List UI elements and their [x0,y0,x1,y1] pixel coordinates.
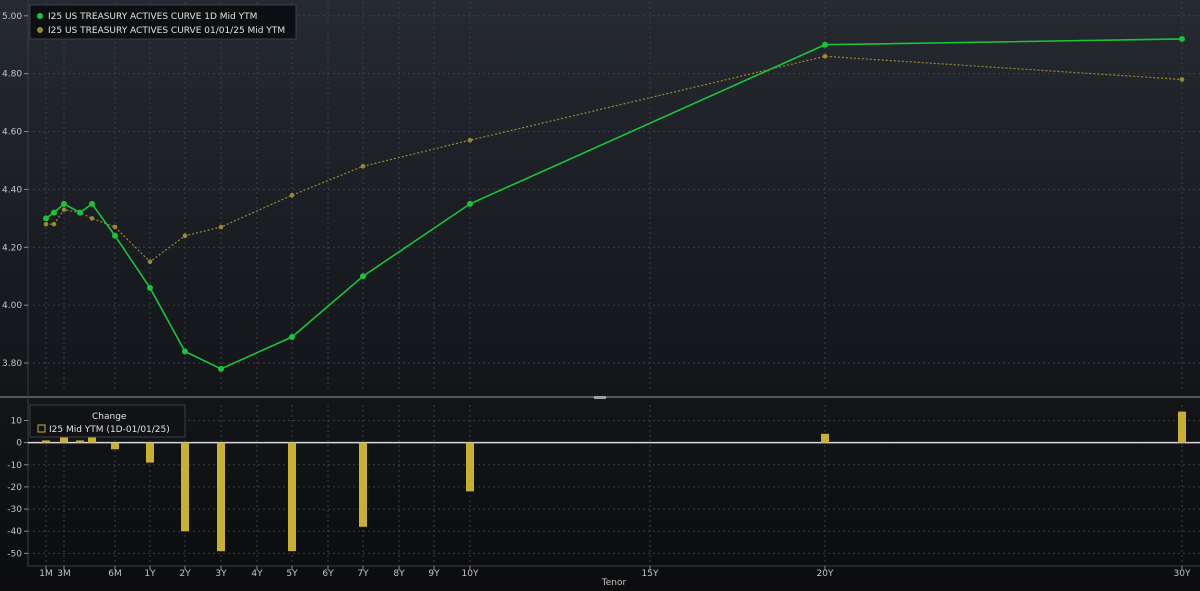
curve-point-1d-7y [360,273,366,280]
curve-point-1d-3y [218,365,224,372]
curve-point-1d-2m [51,209,57,216]
xtick-3y: 3Y [215,569,227,579]
ytick-bottom--20: -20 [7,483,22,493]
curve-point-1d-1y [147,284,153,291]
xtick-3m: 3M [57,569,71,579]
change-title: Change [92,412,127,422]
ytick-bottom-0: 0 [16,439,22,449]
curve-line-1d [45,38,1183,370]
ytick-top-4-80: 4.80 [2,70,22,80]
change-bar-20y [821,433,829,443]
curve-point-1d-3m [61,200,67,207]
x-axis-title: Tenor [601,578,627,588]
curve-point-0101-1y [147,259,153,265]
y-tick-labels: 5.00 4.80 4.60 4.40 4.20 4.00 3.80 10 0 -10 -20 -30… [2,12,22,560]
panel-resize-handle[interactable] [594,396,606,399]
curve-legend[interactable]: I25 US TREASURY ACTIVES CURVE 1D Mid YTM… [29,4,297,40]
ytick-bottom--40: -40 [7,527,22,537]
change-legend[interactable]: Change I25 Mid YTM (1D-01/01/25) [29,404,186,438]
xtick-15y: 15Y [642,569,659,579]
curve-point-0101-20y [822,54,828,59]
ytick-top-4-20: 4.20 [2,243,22,253]
grid-lines [24,2,1200,570]
curve-line-0101 [46,55,1183,263]
curve-point-0101-2m [51,221,57,227]
change-bar-7y [359,442,367,527]
bloomberg-curve-chart: 5.00 4.80 4.60 4.40 4.20 4.00 3.80 10 0 -10 -20 -30… [0,0,1200,591]
xtick-8y: 8Y [393,569,405,579]
xtick-2y: 2Y [179,569,191,579]
curve-point-0101-1m [43,221,49,227]
legend-swatch-0101 [37,27,43,33]
xtick-10y: 10Y [462,569,479,579]
xtick-6y: 6Y [322,569,334,579]
ytick-top-4-40: 4.40 [2,185,22,195]
curve-point-0101-7y [360,163,366,169]
xtick-20y: 20Y [817,569,834,579]
ytick-top-4-00: 4.00 [2,301,22,311]
change-bar-10y [466,442,474,492]
xtick-5y: 5Y [286,569,298,579]
yield-curves [43,35,1185,372]
change-bar-4m [76,440,84,443]
change-bar-6m [111,442,119,450]
xtick-1m: 1M [39,569,53,579]
change-bar-30y [1178,411,1186,443]
chart-canvas: 5.00 4.80 4.60 4.40 4.20 4.00 3.80 10 0 -10 -20 -30… [0,0,1200,588]
curve-point-1d-1m [43,215,49,222]
curve-point-1d-10y [467,200,473,207]
change-bar-1m [42,440,50,443]
curve-point-0101-6m [112,224,118,230]
ytick-bottom--50: -50 [7,549,22,559]
curve-point-0101-30y [1179,77,1185,82]
curve-point-0101-5y [289,192,295,198]
ytick-bottom--10: -10 [7,461,22,471]
change-bar-5y [288,442,296,552]
change-bars [42,411,1186,552]
legend-swatch-1d [37,13,43,19]
curve-point-0101-2y [182,233,188,239]
curve-point-1d-6m [112,232,118,239]
curve-point-0101-3m [61,207,67,212]
change-legend-label: I25 Mid YTM (1D-01/01/25) [49,425,170,435]
ytick-top-5-00: 5.00 [2,12,22,22]
change-bar-2y [181,442,189,532]
curve-point-1d-5m [89,200,95,207]
curve-point-0101-5m [89,216,95,221]
change-bar-3y [217,442,225,552]
curve-point-1d-2y [182,348,188,355]
ytick-bottom--30: -30 [7,505,22,515]
legend-label-1d: I25 US TREASURY ACTIVES CURVE 1D Mid YTM [48,12,257,22]
ytick-bottom-10: 10 [11,417,23,427]
ytick-top-3-80: 3.80 [2,359,22,369]
xtick-30y: 30Y [1174,569,1191,579]
xtick-9y: 9Y [428,569,440,579]
curve-point-1d-20y [822,41,828,48]
curve-point-1d-5y [289,334,295,341]
xtick-4y: 4Y [251,569,263,579]
curve-point-1d-30y [1179,35,1185,42]
curve-point-0101-3y [218,224,224,230]
change-bar-1y [146,442,154,463]
curve-point-1d-4m [77,209,83,216]
legend-label-0101: I25 US TREASURY ACTIVES CURVE 01/01/25 M… [48,26,285,36]
curve-point-0101-10y [467,137,473,143]
xtick-6m: 6M [108,569,122,579]
xtick-7y: 7Y [357,569,369,579]
xtick-1y: 1Y [144,569,156,579]
ytick-top-4-60: 4.60 [2,128,22,138]
